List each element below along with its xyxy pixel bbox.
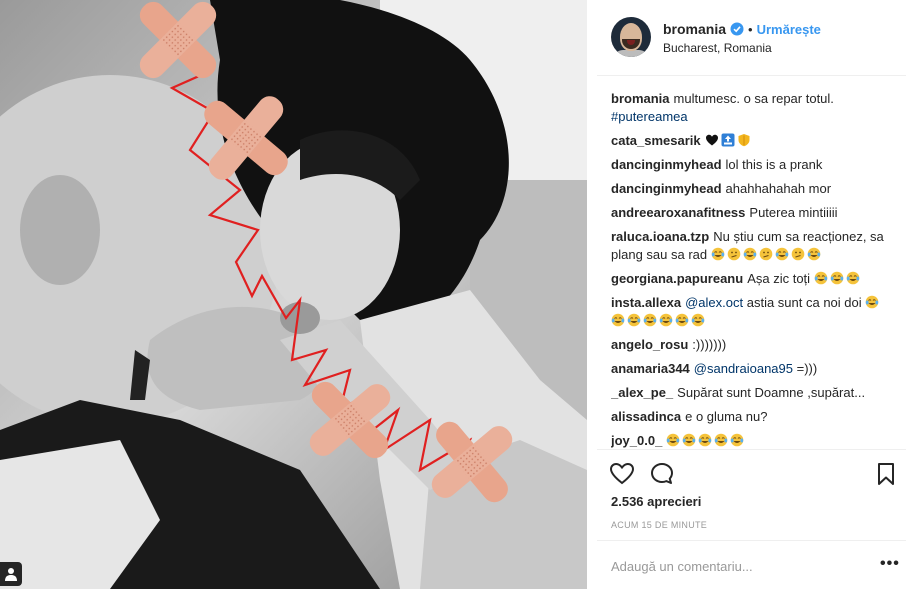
more-options-icon[interactable]: ••• (880, 555, 900, 573)
comment-username[interactable]: dancinginmyhead (611, 181, 722, 196)
comment-text: lol this is a prank (725, 157, 823, 172)
follow-button[interactable]: Urmărește (757, 22, 821, 37)
caption-username[interactable]: bromania (611, 91, 670, 106)
comment-item: andreearoxanafitness Puterea mintiiiii (611, 204, 897, 222)
comment-item: dancinginmyhead ahahhahahah mor (611, 180, 897, 198)
comment-username[interactable]: cata_smesarik (611, 133, 701, 148)
tears-of-joy-emoji-icon (659, 313, 673, 327)
tears-of-joy-emoji-icon (643, 313, 657, 327)
comment-username[interactable]: _alex_pe_ (611, 385, 673, 400)
comment-username[interactable]: anamaria344 (611, 361, 690, 376)
tears-of-joy-emoji-icon (682, 433, 696, 447)
tears-of-joy-emoji-icon (865, 295, 879, 309)
comment-item: cata_smesarik (611, 132, 897, 150)
comment-item: dancinginmyhead lol this is a prank (611, 156, 897, 174)
comment-item: _alex_pe_ Supărat sunt Doamne ,supărat... (611, 384, 897, 402)
tears-of-joy-emoji-icon (611, 313, 625, 327)
comment-mention[interactable]: @alex.oct (685, 295, 743, 310)
separator-dot: • (748, 21, 753, 37)
add-comment-section: ••• (597, 540, 906, 589)
tears-of-joy-emoji-icon (711, 247, 725, 261)
shield-emoji-icon (737, 133, 751, 147)
comment-username[interactable]: insta.allexa (611, 295, 681, 310)
tears-of-joy-emoji-icon (743, 247, 757, 261)
comment-text: =))) (796, 361, 818, 376)
top-arrow-emoji-icon (721, 133, 735, 147)
comment-item: raluca.ioana.tzp Nu știu cum sa reacțione… (611, 228, 897, 264)
avatar[interactable] (611, 17, 651, 57)
heart-icon[interactable] (609, 461, 635, 487)
tears-of-joy-emoji-icon (714, 433, 728, 447)
caption-text: multumesc. o sa repar totul. (673, 91, 834, 106)
tears-of-joy-emoji-icon (807, 247, 821, 261)
user-tag-icon[interactable] (0, 562, 22, 586)
comment-item: anamaria344 @sandraioana95 =))) (611, 360, 897, 378)
likes-count[interactable]: 2.536 aprecieri (611, 494, 701, 509)
tears-of-joy-emoji-icon (691, 313, 705, 327)
comment-mention[interactable]: @sandraioana95 (694, 361, 793, 376)
tears-of-joy-emoji-icon (698, 433, 712, 447)
post-location[interactable]: Bucharest, Romania (663, 41, 772, 55)
comment-username[interactable]: joy_0.0_ (611, 433, 662, 448)
black-heart-emoji-icon (705, 133, 719, 147)
comment-item: joy_0.0_ (611, 432, 897, 448)
tears-of-joy-emoji-icon (775, 247, 789, 261)
tears-of-joy-emoji-icon (666, 433, 680, 447)
caption: bromania multumesc. o sa repar totul. #pu… (611, 90, 897, 126)
post-side-panel: bromania • Urmărește Bucharest, Romania … (597, 0, 906, 589)
comment-text: ahahhahahah mor (725, 181, 832, 196)
comment-item: georgiana.papureanu Așa zic toți (611, 270, 897, 288)
comment-username[interactable]: dancinginmyhead (611, 157, 722, 172)
comment-item: alissadinca e o gluma nu? (611, 408, 897, 426)
post-photo[interactable] (0, 0, 587, 589)
verified-badge-icon (730, 22, 744, 36)
comment-username[interactable]: georgiana.papureanu (611, 271, 743, 286)
confused-emoji-icon (791, 247, 805, 261)
comment-text: Puterea mintiiiii (749, 205, 838, 220)
tears-of-joy-emoji-icon (846, 271, 860, 285)
comment-item: insta.allexa @alex.oct astia sunt ca noi … (611, 294, 897, 330)
comment-text: Așa zic toți (747, 271, 811, 286)
action-bar (597, 449, 906, 495)
tears-of-joy-emoji-icon (814, 271, 828, 285)
comment-username[interactable]: andreearoxanafitness (611, 205, 745, 220)
comment-text: astia sunt ca noi doi (746, 295, 862, 310)
comment-text: Supărat sunt Doamne ,supărat... (677, 385, 866, 400)
confused-emoji-icon (727, 247, 741, 261)
comment-item: angelo_rosu:))))))) (611, 336, 897, 354)
post-header: bromania • Urmărește Bucharest, Romania (597, 0, 906, 76)
post-timestamp[interactable]: ACUM 15 DE MINUTE (611, 520, 707, 530)
comment-text: e o gluma nu? (685, 409, 768, 424)
comment-bubble-icon[interactable] (649, 461, 675, 487)
caption-hashtag[interactable]: #putereamea (611, 109, 688, 124)
tears-of-joy-emoji-icon (627, 313, 641, 327)
bookmark-icon[interactable] (873, 461, 899, 487)
comments-list: bromania multumesc. o sa repar totul. #pu… (611, 90, 897, 448)
confused-emoji-icon (759, 247, 773, 261)
comment-username[interactable]: alissadinca (611, 409, 681, 424)
add-comment-input[interactable] (611, 556, 851, 576)
comment-username[interactable]: raluca.ioana.tzp (611, 229, 709, 244)
tears-of-joy-emoji-icon (730, 433, 744, 447)
photo-illustration (0, 0, 587, 589)
comment-text: :))))))) (692, 337, 727, 352)
tears-of-joy-emoji-icon (675, 313, 689, 327)
post-username[interactable]: bromania (663, 21, 726, 37)
tears-of-joy-emoji-icon (830, 271, 844, 285)
comment-username[interactable]: angelo_rosu (611, 337, 688, 352)
